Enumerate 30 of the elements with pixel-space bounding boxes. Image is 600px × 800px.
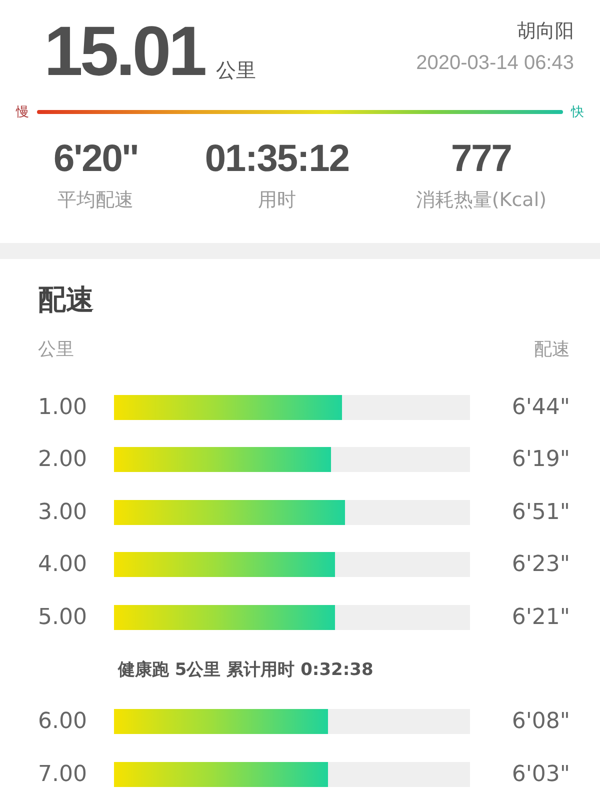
km-label: 2.00 xyxy=(38,447,88,472)
pace-value: 6'51" xyxy=(512,500,570,525)
stat-label: 平均配速 xyxy=(58,188,134,213)
pace-value: 6'23" xyxy=(512,552,570,578)
pace-value: 6'44" xyxy=(512,394,570,420)
pace-value: 6'08" xyxy=(512,709,570,734)
stat-value: 6'20'' xyxy=(53,138,138,181)
section-title: 配速 xyxy=(38,282,95,318)
stat-value: 777 xyxy=(450,138,512,181)
stat-value: 01:35:12 xyxy=(204,138,349,181)
distance-unit: 公里 xyxy=(216,57,256,84)
milestone-text: 健康跑 5公里 累计用时 0:32:38 xyxy=(118,659,374,681)
column-header: 配速 xyxy=(534,338,570,362)
pace-value: 6'21" xyxy=(512,604,570,630)
km-label: 4.00 xyxy=(38,552,88,578)
run-datetime: 2020-03-14 06:43 xyxy=(416,52,574,75)
distance-value: 15.01 xyxy=(44,16,204,86)
pace-value: 6'03" xyxy=(512,762,570,787)
stat-label: 消耗热量(Kcal) xyxy=(416,188,547,213)
slow-label: 慢 xyxy=(16,104,29,121)
pace-value: 6'19" xyxy=(512,447,570,472)
km-label: 6.00 xyxy=(38,709,88,734)
stat-label: 用时 xyxy=(258,188,296,213)
user-name: 胡向阳 xyxy=(517,19,574,44)
km-label: 1.00 xyxy=(38,394,88,420)
fast-label: 快 xyxy=(571,104,584,121)
km-label: 7.00 xyxy=(38,762,88,787)
column-header: 公里 xyxy=(38,338,74,362)
km-label: 5.00 xyxy=(38,604,88,630)
km-label: 3.00 xyxy=(38,500,88,525)
